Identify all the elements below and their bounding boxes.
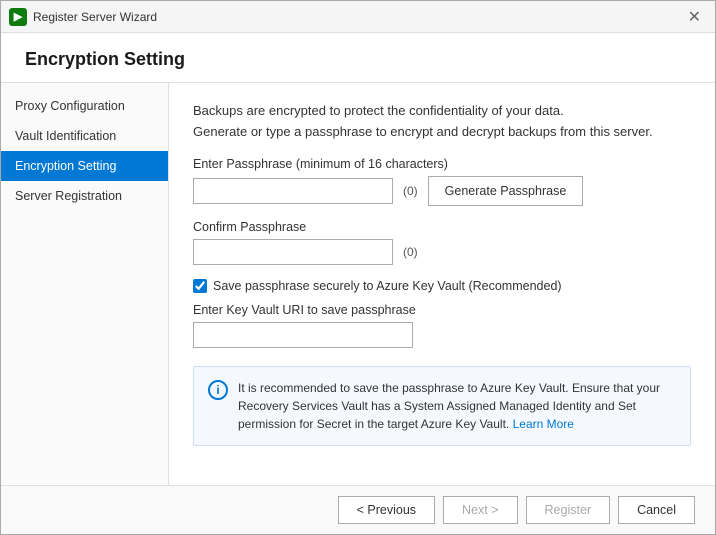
sidebar-item-vault-identification[interactable]: Vault Identification <box>1 121 168 151</box>
sidebar-item-proxy-configuration[interactable]: Proxy Configuration <box>1 91 168 121</box>
cancel-button[interactable]: Cancel <box>618 496 695 524</box>
checkbox-label[interactable]: Save passphrase securely to Azure Key Va… <box>213 279 562 293</box>
title-bar: ▶ Register Server Wizard ✕ <box>1 1 715 33</box>
info-box: i It is recommended to save the passphra… <box>193 366 691 446</box>
register-button[interactable]: Register <box>526 496 611 524</box>
page-title: Encryption Setting <box>25 49 691 70</box>
passphrase-label: Enter Passphrase (minimum of 16 characte… <box>193 157 691 171</box>
footer: < Previous Next > Register Cancel <box>1 485 715 534</box>
generate-passphrase-button[interactable]: Generate Passphrase <box>428 176 584 206</box>
sidebar-item-encryption-setting[interactable]: Encryption Setting <box>1 151 168 181</box>
passphrase-input[interactable] <box>193 178 393 204</box>
window-title: Register Server Wizard <box>33 10 157 24</box>
confirm-passphrase-input[interactable] <box>193 239 393 265</box>
save-keyvault-checkbox[interactable] <box>193 279 207 293</box>
page-header: Encryption Setting <box>1 33 715 83</box>
passphrase-count: (0) <box>403 184 418 198</box>
next-button[interactable]: Next > <box>443 496 517 524</box>
previous-button[interactable]: < Previous <box>338 496 435 524</box>
app-icon: ▶ <box>9 8 27 26</box>
form-section: Enter Passphrase (minimum of 16 characte… <box>193 157 691 446</box>
uri-input[interactable] <box>193 322 413 348</box>
uri-label: Enter Key Vault URI to save passphrase <box>193 303 691 317</box>
main-window: ▶ Register Server Wizard ✕ Encryption Se… <box>0 0 716 535</box>
passphrase-row: (0) Generate Passphrase <box>193 176 691 206</box>
confirm-label: Confirm Passphrase <box>193 220 691 234</box>
confirm-count: (0) <box>403 245 418 259</box>
sidebar-item-server-registration[interactable]: Server Registration <box>1 181 168 211</box>
info-icon: i <box>208 380 228 400</box>
learn-more-link[interactable]: Learn More <box>513 417 574 431</box>
info-message: It is recommended to save the passphrase… <box>238 379 676 433</box>
main-content: Backups are encrypted to protect the con… <box>169 83 715 485</box>
info-line2: Generate or type a passphrase to encrypt… <box>193 124 691 139</box>
checkbox-row: Save passphrase securely to Azure Key Va… <box>193 279 691 293</box>
content-area: Proxy Configuration Vault Identification… <box>1 83 715 485</box>
confirm-row: (0) <box>193 239 691 265</box>
sidebar: Proxy Configuration Vault Identification… <box>1 83 169 485</box>
close-button[interactable]: ✕ <box>682 5 707 29</box>
info-line1: Backups are encrypted to protect the con… <box>193 103 691 118</box>
